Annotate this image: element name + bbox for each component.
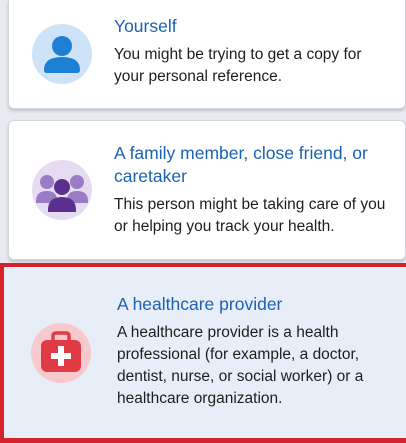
recipient-options-list: Yourself You might be trying to get a co…: [0, 0, 406, 443]
medical-bag-icon-container: [4, 322, 117, 384]
option-title: A healthcare provider: [117, 294, 283, 314]
option-text: Yourself You might be trying to get a co…: [114, 15, 405, 88]
person-icon: [31, 24, 92, 84]
option-description: You might be trying to get a copy for yo…: [114, 45, 362, 85]
medical-bag-icon: [30, 322, 91, 383]
option-text: A healthcare provider A healthcare provi…: [117, 293, 406, 410]
option-healthcare-provider[interactable]: A healthcare provider A healthcare provi…: [0, 263, 406, 443]
option-title: Yourself: [114, 15, 177, 36]
option-description: This person might be taking care of you …: [114, 196, 386, 235]
group-icon-container: [9, 159, 114, 221]
group-icon: [31, 160, 92, 220]
option-title: A family member, close friend, or careta…: [114, 143, 368, 186]
option-description: A healthcare provider is a health profes…: [117, 324, 364, 407]
option-text: A family member, close friend, or careta…: [114, 142, 405, 238]
person-icon-container: [9, 23, 114, 85]
option-family-member[interactable]: A family member, close friend, or careta…: [8, 120, 406, 260]
option-yourself[interactable]: Yourself You might be trying to get a co…: [8, 0, 406, 109]
